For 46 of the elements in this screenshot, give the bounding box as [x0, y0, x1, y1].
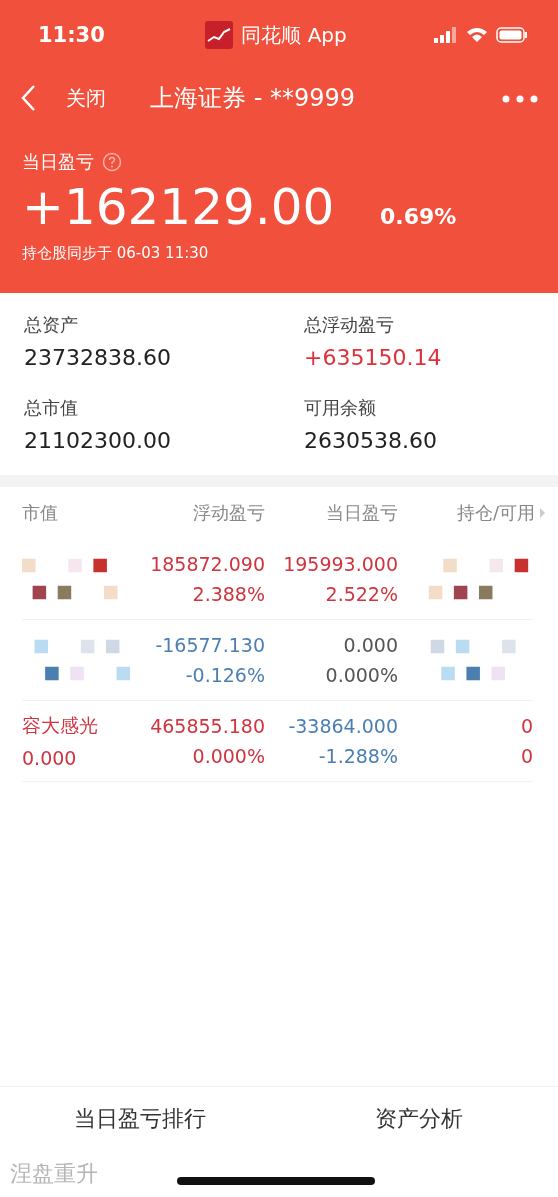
- table-cell: -33864.000: [288, 715, 398, 737]
- wifi-icon: [466, 27, 488, 43]
- table-cell: 0.000: [343, 634, 398, 656]
- bottom-tab[interactable]: 资产分析: [279, 1104, 558, 1134]
- summary-value: +635150.14: [304, 345, 443, 370]
- table-cell: 195993.000: [283, 553, 398, 575]
- table-cell: 185872.090: [150, 553, 265, 575]
- table-cell: 0.000: [22, 747, 77, 769]
- table-cell: 0: [520, 715, 533, 737]
- table-cell: -0.126%: [185, 664, 265, 686]
- column-header[interactable]: 市值: [22, 487, 142, 539]
- summary-label: 总浮动盈亏: [304, 313, 395, 337]
- close-button[interactable]: 关闭: [20, 84, 106, 112]
- column-header[interactable]: 浮动盈亏: [142, 487, 265, 539]
- summary-label: 总市值: [24, 396, 79, 420]
- more-icon[interactable]: [502, 94, 538, 103]
- sync-time: 持仓股同步于 06-03 11:30: [21, 243, 210, 263]
- daily-pnl-percent: 0.69%: [380, 204, 457, 229]
- table-cell: -16577.130: [155, 634, 265, 656]
- table-cell: 0.000%: [325, 664, 398, 686]
- help-icon[interactable]: [102, 152, 122, 172]
- table-cell-text: 容大感光: [22, 713, 98, 738]
- summary-label: 可用余额: [304, 396, 377, 420]
- back-icon[interactable]: [20, 84, 36, 112]
- table-cell: 2.388%: [192, 583, 265, 605]
- app-name: 同花顺 App: [241, 21, 347, 49]
- column-header[interactable]: 当日盈亏: [265, 487, 398, 539]
- column-header[interactable]: 持仓/可用: [456, 501, 535, 525]
- battery-icon: [496, 27, 528, 43]
- status-time: 11:30: [38, 23, 106, 47]
- caption-text: 涅盘重升: [10, 1160, 98, 1188]
- table-cell: 465855.180: [150, 715, 265, 737]
- signal-icon: [434, 27, 458, 43]
- account-title: 上海证券 - **9999: [150, 83, 356, 114]
- table-cell: 2.522%: [325, 583, 398, 605]
- daily-pnl-value: +162129.00: [22, 178, 336, 236]
- table-cell: 0: [520, 745, 533, 767]
- summary-value: 23732838.60: [24, 345, 172, 370]
- table-cell: -1.288%: [318, 745, 398, 767]
- summary-value: 2630538.60: [304, 428, 438, 453]
- summary-value: 21102300.00: [24, 428, 172, 453]
- app-logo-icon: [205, 21, 234, 49]
- daily-pnl-label: 当日盈亏: [22, 150, 94, 174]
- summary-label: 总资产: [24, 313, 79, 337]
- table-cell: 0.000%: [192, 745, 265, 767]
- bottom-tab[interactable]: 当日盈亏排行: [0, 1104, 279, 1134]
